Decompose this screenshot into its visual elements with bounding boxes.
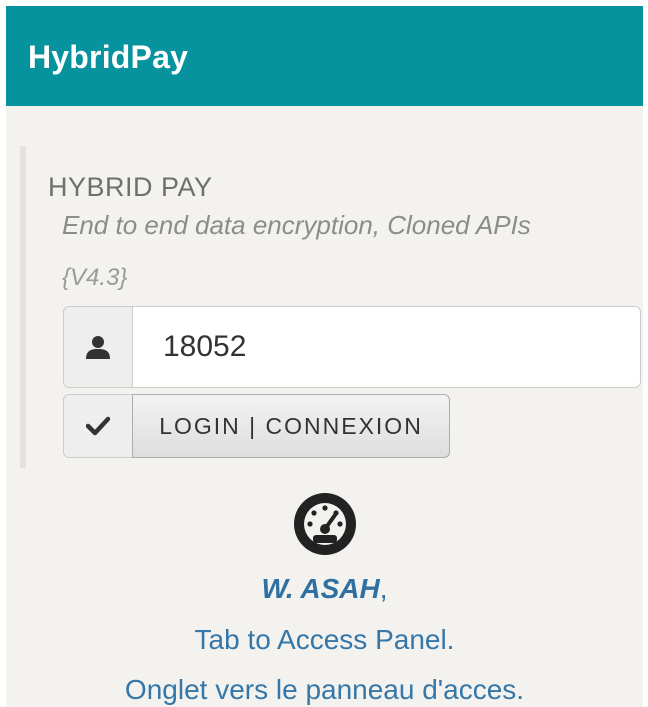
brand-title: HYBRID PAY [48,172,213,202]
login-button[interactable]: LOGIN | CONNEXION [132,394,450,458]
checkmark-icon [64,395,132,457]
check-addon [63,394,133,458]
access-panel-link-en[interactable]: Tab to Access Panel. [6,624,643,656]
user-id-input[interactable] [132,306,641,388]
app-title: HybridPay [28,39,189,75]
name-suffix: , [379,573,388,604]
app-toolbar: HybridPay [6,6,643,106]
user-name: W. ASAH [261,573,380,604]
login-button-group: LOGIN | CONNEXION [63,394,455,458]
access-panel-link-fr[interactable]: Onglet vers le panneau d'acces. [6,674,643,706]
dashboard-gauge-icon[interactable] [292,491,358,557]
user-id-addon [63,306,133,388]
brand-subtitle: End to end data encryption, Cloned APIs [62,210,531,240]
version-label: {V4.3} [62,264,128,291]
app-window: HybridPay HYBRID PAY End to end data enc… [6,6,643,707]
user-id-input-group [63,306,641,388]
user-icon [64,307,132,387]
user-greeting: W. ASAH, [6,573,643,605]
